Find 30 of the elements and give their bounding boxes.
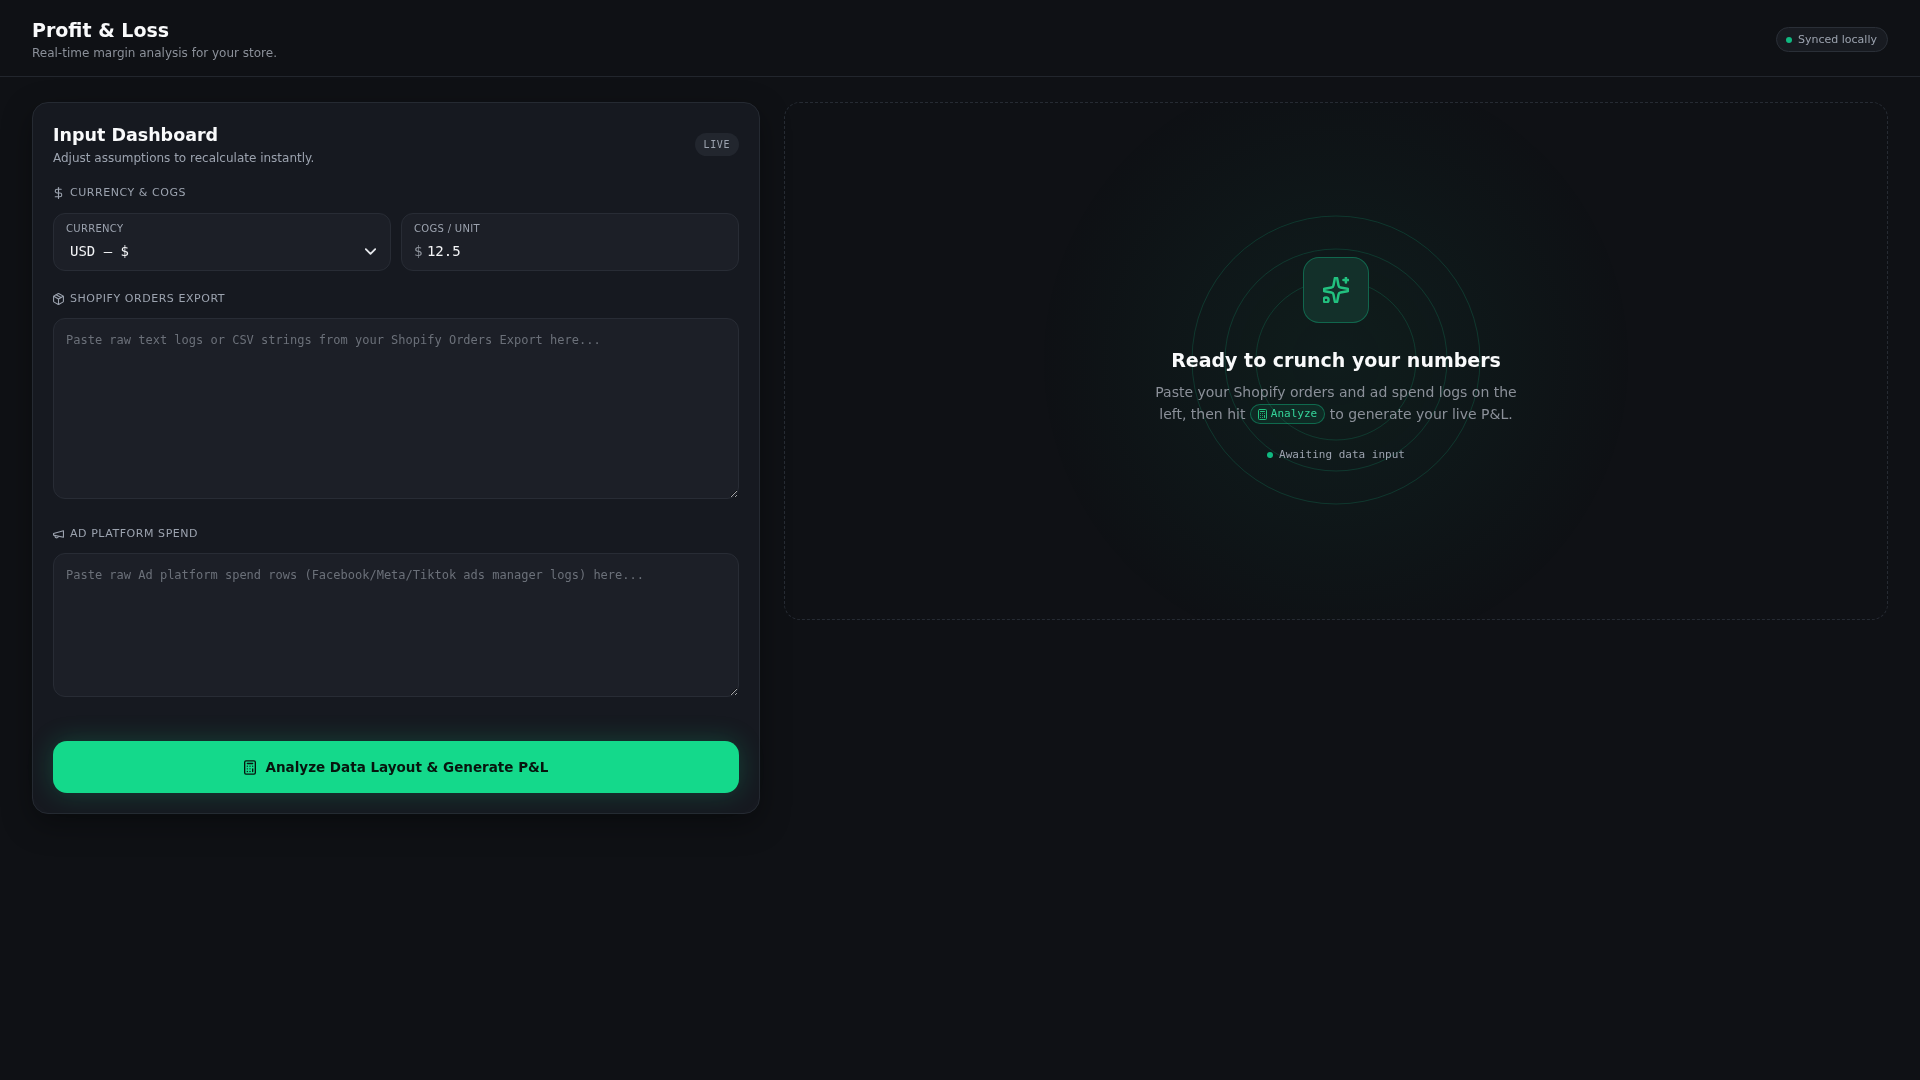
section-heading: AD PLATFORM SPEND (70, 526, 199, 542)
empty-state-description: Paste your Shopify orders and ad spend logs on the left, then hit Analyze to generate your live P&L. (1154, 383, 1518, 425)
field-label: COGS / UNIT (414, 222, 481, 236)
section-heading: SHOPIFY ORDERS EXPORT (70, 291, 226, 307)
panel-subtitle: Adjust assumptions to recalculate instantly. (53, 150, 315, 167)
page-subtitle: Real-time margin analysis for your store. (32, 45, 277, 62)
calculator-icon (243, 759, 256, 775)
cogs-input[interactable]: 12.5 (426, 240, 726, 262)
page-title: Profit & Loss (32, 18, 171, 43)
panel-title: Input Dashboard (53, 124, 220, 147)
live-indicator: LIVE (694, 133, 739, 156)
section-heading: CURRENCY & COGS (70, 185, 187, 201)
sparkles-icon (1303, 257, 1369, 323)
currency-select[interactable]: USD — $ (66, 243, 378, 259)
paste-textarea[interactable]: Paste raw text logs or CSV strings from your Shopify Orders Export here... (53, 318, 739, 499)
calculator-icon (1257, 408, 1267, 420)
chip-label: Analyze (1270, 406, 1318, 422)
awaiting-status: Awaiting data input (1279, 447, 1405, 463)
dollar-icon (53, 187, 64, 199)
megaphone-icon (53, 528, 64, 540)
field-label: CURRENCY (66, 222, 125, 236)
cube-icon (53, 293, 64, 305)
chevron-down-icon (365, 247, 376, 255)
sync-status-label: Synced locally (1798, 32, 1877, 47)
currency-field[interactable]: CURRENCY USD — $ (53, 213, 391, 271)
analyze-button[interactable]: Analyze Data Layout & Generate P&L (53, 741, 739, 793)
cogs-field[interactable]: COGS / UNIT $ 12.5 (401, 213, 739, 271)
empty-state-title: Ready to crunch your numbers (1171, 348, 1501, 373)
paste-textarea[interactable]: Paste raw Ad platform spend rows (Facebook/Meta/Tiktok ads manager logs) here... (53, 553, 739, 697)
currency-symbol: $ (414, 243, 423, 259)
